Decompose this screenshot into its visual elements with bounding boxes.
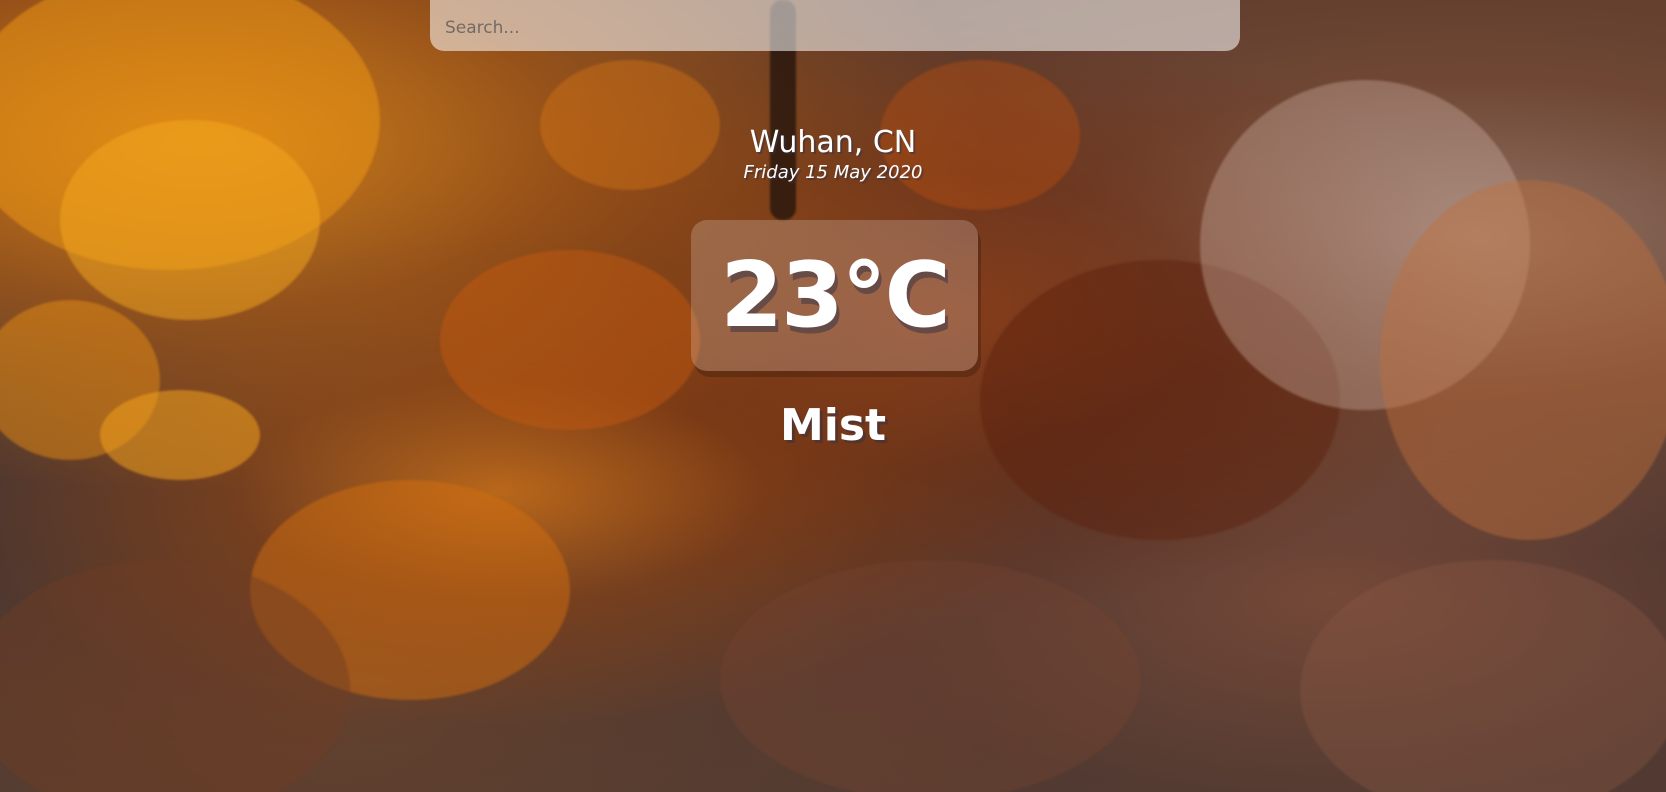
location-name: Wuhan, CN [749,125,917,160]
location-box: Wuhan, CN Friday 15 May 2020 [0,124,1666,184]
date-label: Friday 15 May 2020 [743,162,923,183]
weather-condition: Mist [779,400,887,451]
temperature-box: 23°C [691,220,978,371]
search-input[interactable] [430,0,1240,51]
temperature-value: 23°C [720,243,950,348]
search-box [430,0,1240,51]
weather-app: Wuhan, CN Friday 15 May 2020 23°C Mist [0,0,1666,792]
